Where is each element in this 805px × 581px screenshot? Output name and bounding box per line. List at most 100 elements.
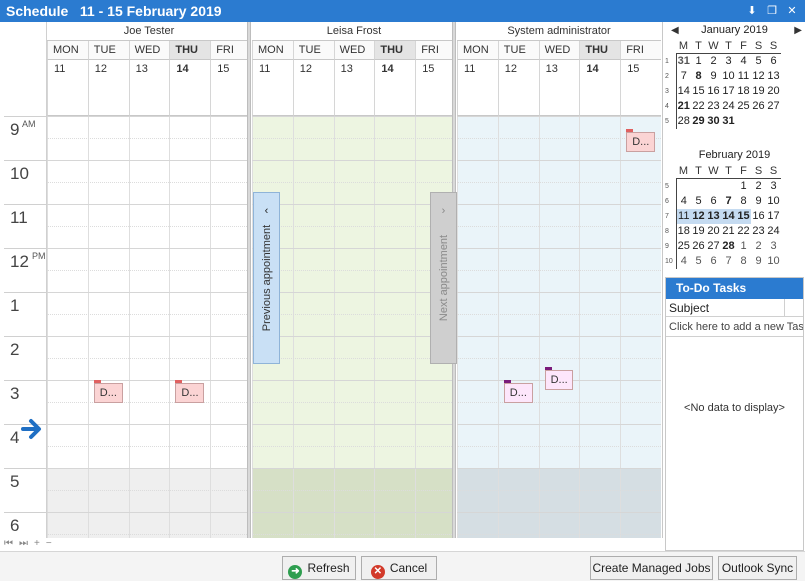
calendar-day[interactable]: 12 — [751, 69, 766, 84]
calendar-day[interactable]: 18 — [736, 84, 751, 99]
calendar-day[interactable]: 27 — [706, 239, 721, 254]
calendar-day[interactable]: 6 — [706, 254, 721, 269]
calendar-day[interactable]: 7 — [676, 69, 691, 84]
calendar-day[interactable]: 2 — [751, 239, 766, 254]
day-header[interactable]: THU — [374, 41, 416, 60]
calendar-day[interactable]: 8 — [736, 254, 751, 269]
previous-appointment-button[interactable]: Previous appointment ‹ — [253, 192, 280, 364]
calendar-day[interactable]: 5 — [691, 194, 706, 209]
time-slot-column[interactable] — [497, 116, 539, 538]
first-icon[interactable]: ⏮ — [4, 538, 13, 551]
calendar-day[interactable]: 10 — [721, 69, 736, 84]
calendar-day[interactable]: 4 — [676, 194, 691, 209]
time-slot-column[interactable] — [47, 116, 88, 538]
time-slot-column[interactable] — [333, 116, 375, 538]
calendar-day[interactable]: 7 — [721, 254, 736, 269]
calendar-day[interactable]: 31 — [721, 114, 736, 129]
calendar-day[interactable]: 22 — [736, 224, 751, 239]
calendar-day[interactable]: 4 — [736, 54, 751, 70]
day-header[interactable]: FRI — [415, 41, 456, 60]
calendar-day[interactable]: 21 — [676, 99, 691, 114]
day-header[interactable]: WED — [128, 41, 170, 60]
all-day-cell[interactable]: 14 — [374, 60, 416, 116]
triangle-right-icon[interactable]: ▶ — [794, 22, 802, 39]
calendar-day[interactable]: 16 — [751, 209, 766, 224]
todo-column-subject[interactable]: Subject — [666, 299, 803, 317]
day-header[interactable]: MON — [47, 41, 88, 60]
calendar-day[interactable]: 14 — [676, 84, 691, 99]
calendar-day[interactable]: 21 — [721, 224, 736, 239]
refresh-button[interactable]: ➜ Refresh — [282, 556, 356, 580]
calendar-day[interactable]: 9 — [751, 194, 766, 209]
calendar-day[interactable]: 24 — [766, 224, 781, 239]
calendar-day[interactable]: 6 — [766, 54, 781, 70]
time-slot-column[interactable] — [128, 116, 170, 538]
calendar-day[interactable]: 20 — [706, 224, 721, 239]
zoom-out-icon[interactable]: − — [46, 538, 52, 551]
calendar-day[interactable]: 13 — [706, 209, 721, 224]
pin-icon[interactable]: ⬇ — [745, 4, 759, 18]
calendar-day[interactable]: 27 — [766, 99, 781, 114]
calendar-day[interactable]: 4 — [676, 254, 691, 269]
day-header[interactable]: FRI — [210, 41, 251, 60]
all-day-cell[interactable]: 12 — [87, 60, 129, 116]
all-day-cell[interactable]: 11 — [252, 60, 293, 116]
calendar-day[interactable]: 3 — [766, 179, 781, 195]
day-header[interactable]: WED — [538, 41, 580, 60]
calendar-day[interactable]: 18 — [676, 224, 691, 239]
all-day-cell[interactable]: 13 — [333, 60, 375, 116]
day-header[interactable]: FRI — [620, 41, 661, 60]
calendar-day[interactable]: 12 — [691, 209, 706, 224]
all-day-cell[interactable]: 12 — [292, 60, 334, 116]
calendar-day[interactable]: 8 — [736, 194, 751, 209]
time-slot-column[interactable] — [579, 116, 621, 538]
calendar-day[interactable]: 25 — [676, 239, 691, 254]
time-slot-column[interactable] — [538, 116, 580, 538]
calendar-day[interactable]: 15 — [736, 209, 751, 224]
all-day-cell[interactable]: 15 — [415, 60, 456, 116]
calendar-day[interactable]: 26 — [751, 99, 766, 114]
all-day-cell[interactable]: 15 — [620, 60, 661, 116]
close-icon[interactable]: ✕ — [785, 4, 799, 18]
calendar-day[interactable]: 29 — [691, 114, 706, 129]
calendar-day[interactable]: 16 — [706, 84, 721, 99]
todo-add-row[interactable]: Click here to add a new Task — [666, 317, 803, 337]
calendar-day[interactable]: 13 — [766, 69, 781, 84]
day-header[interactable]: TUE — [497, 41, 539, 60]
all-day-cell[interactable]: 11 — [47, 60, 88, 116]
resource-header[interactable]: Joe Tester — [47, 22, 251, 41]
calendar-day[interactable]: 5 — [751, 54, 766, 70]
cancel-button[interactable]: ✕ Cancel — [361, 556, 437, 580]
day-header[interactable]: THU — [169, 41, 211, 60]
calendar-day[interactable]: 14 — [721, 209, 736, 224]
calendar-day[interactable]: 3 — [766, 239, 781, 254]
time-slot-column[interactable] — [87, 116, 129, 538]
calendar-day[interactable]: 26 — [691, 239, 706, 254]
time-slot-column[interactable] — [292, 116, 334, 538]
calendar-day[interactable]: 7 — [721, 194, 736, 209]
day-header[interactable]: WED — [333, 41, 375, 60]
calendar-day[interactable]: 28 — [676, 114, 691, 129]
all-day-cell[interactable]: 14 — [169, 60, 211, 116]
all-day-cell[interactable]: 14 — [579, 60, 621, 116]
appointment[interactable]: D... — [93, 380, 123, 403]
calendar-day[interactable]: 10 — [766, 254, 781, 269]
calendar-day[interactable]: 17 — [766, 209, 781, 224]
time-slot-column[interactable] — [169, 116, 211, 538]
outlook-sync-button[interactable]: Outlook Sync — [718, 556, 797, 580]
appointment[interactable]: D... — [503, 380, 533, 403]
day-header[interactable]: TUE — [292, 41, 334, 60]
time-slot-column[interactable] — [620, 116, 661, 538]
day-header[interactable]: TUE — [87, 41, 129, 60]
scheduler-view[interactable]: 9 AM 10 11 12 PM 1 2 3 4 5 6 Joe Tester MON 11 TUE 12 WED… — [0, 22, 663, 538]
all-day-cell[interactable]: 12 — [497, 60, 539, 116]
calendar-day[interactable]: 11 — [676, 209, 691, 224]
all-day-cell[interactable]: 15 — [210, 60, 251, 116]
resource-header[interactable]: Leisa Frost — [252, 22, 456, 41]
calendar-day[interactable]: 23 — [751, 224, 766, 239]
calendar-day[interactable]: 1 — [691, 54, 706, 70]
zoom-in-icon[interactable]: + — [34, 538, 40, 551]
calendar-day[interactable]: 9 — [706, 69, 721, 84]
calendar-day[interactable]: 3 — [721, 54, 736, 70]
calendar-day[interactable]: 28 — [721, 239, 736, 254]
